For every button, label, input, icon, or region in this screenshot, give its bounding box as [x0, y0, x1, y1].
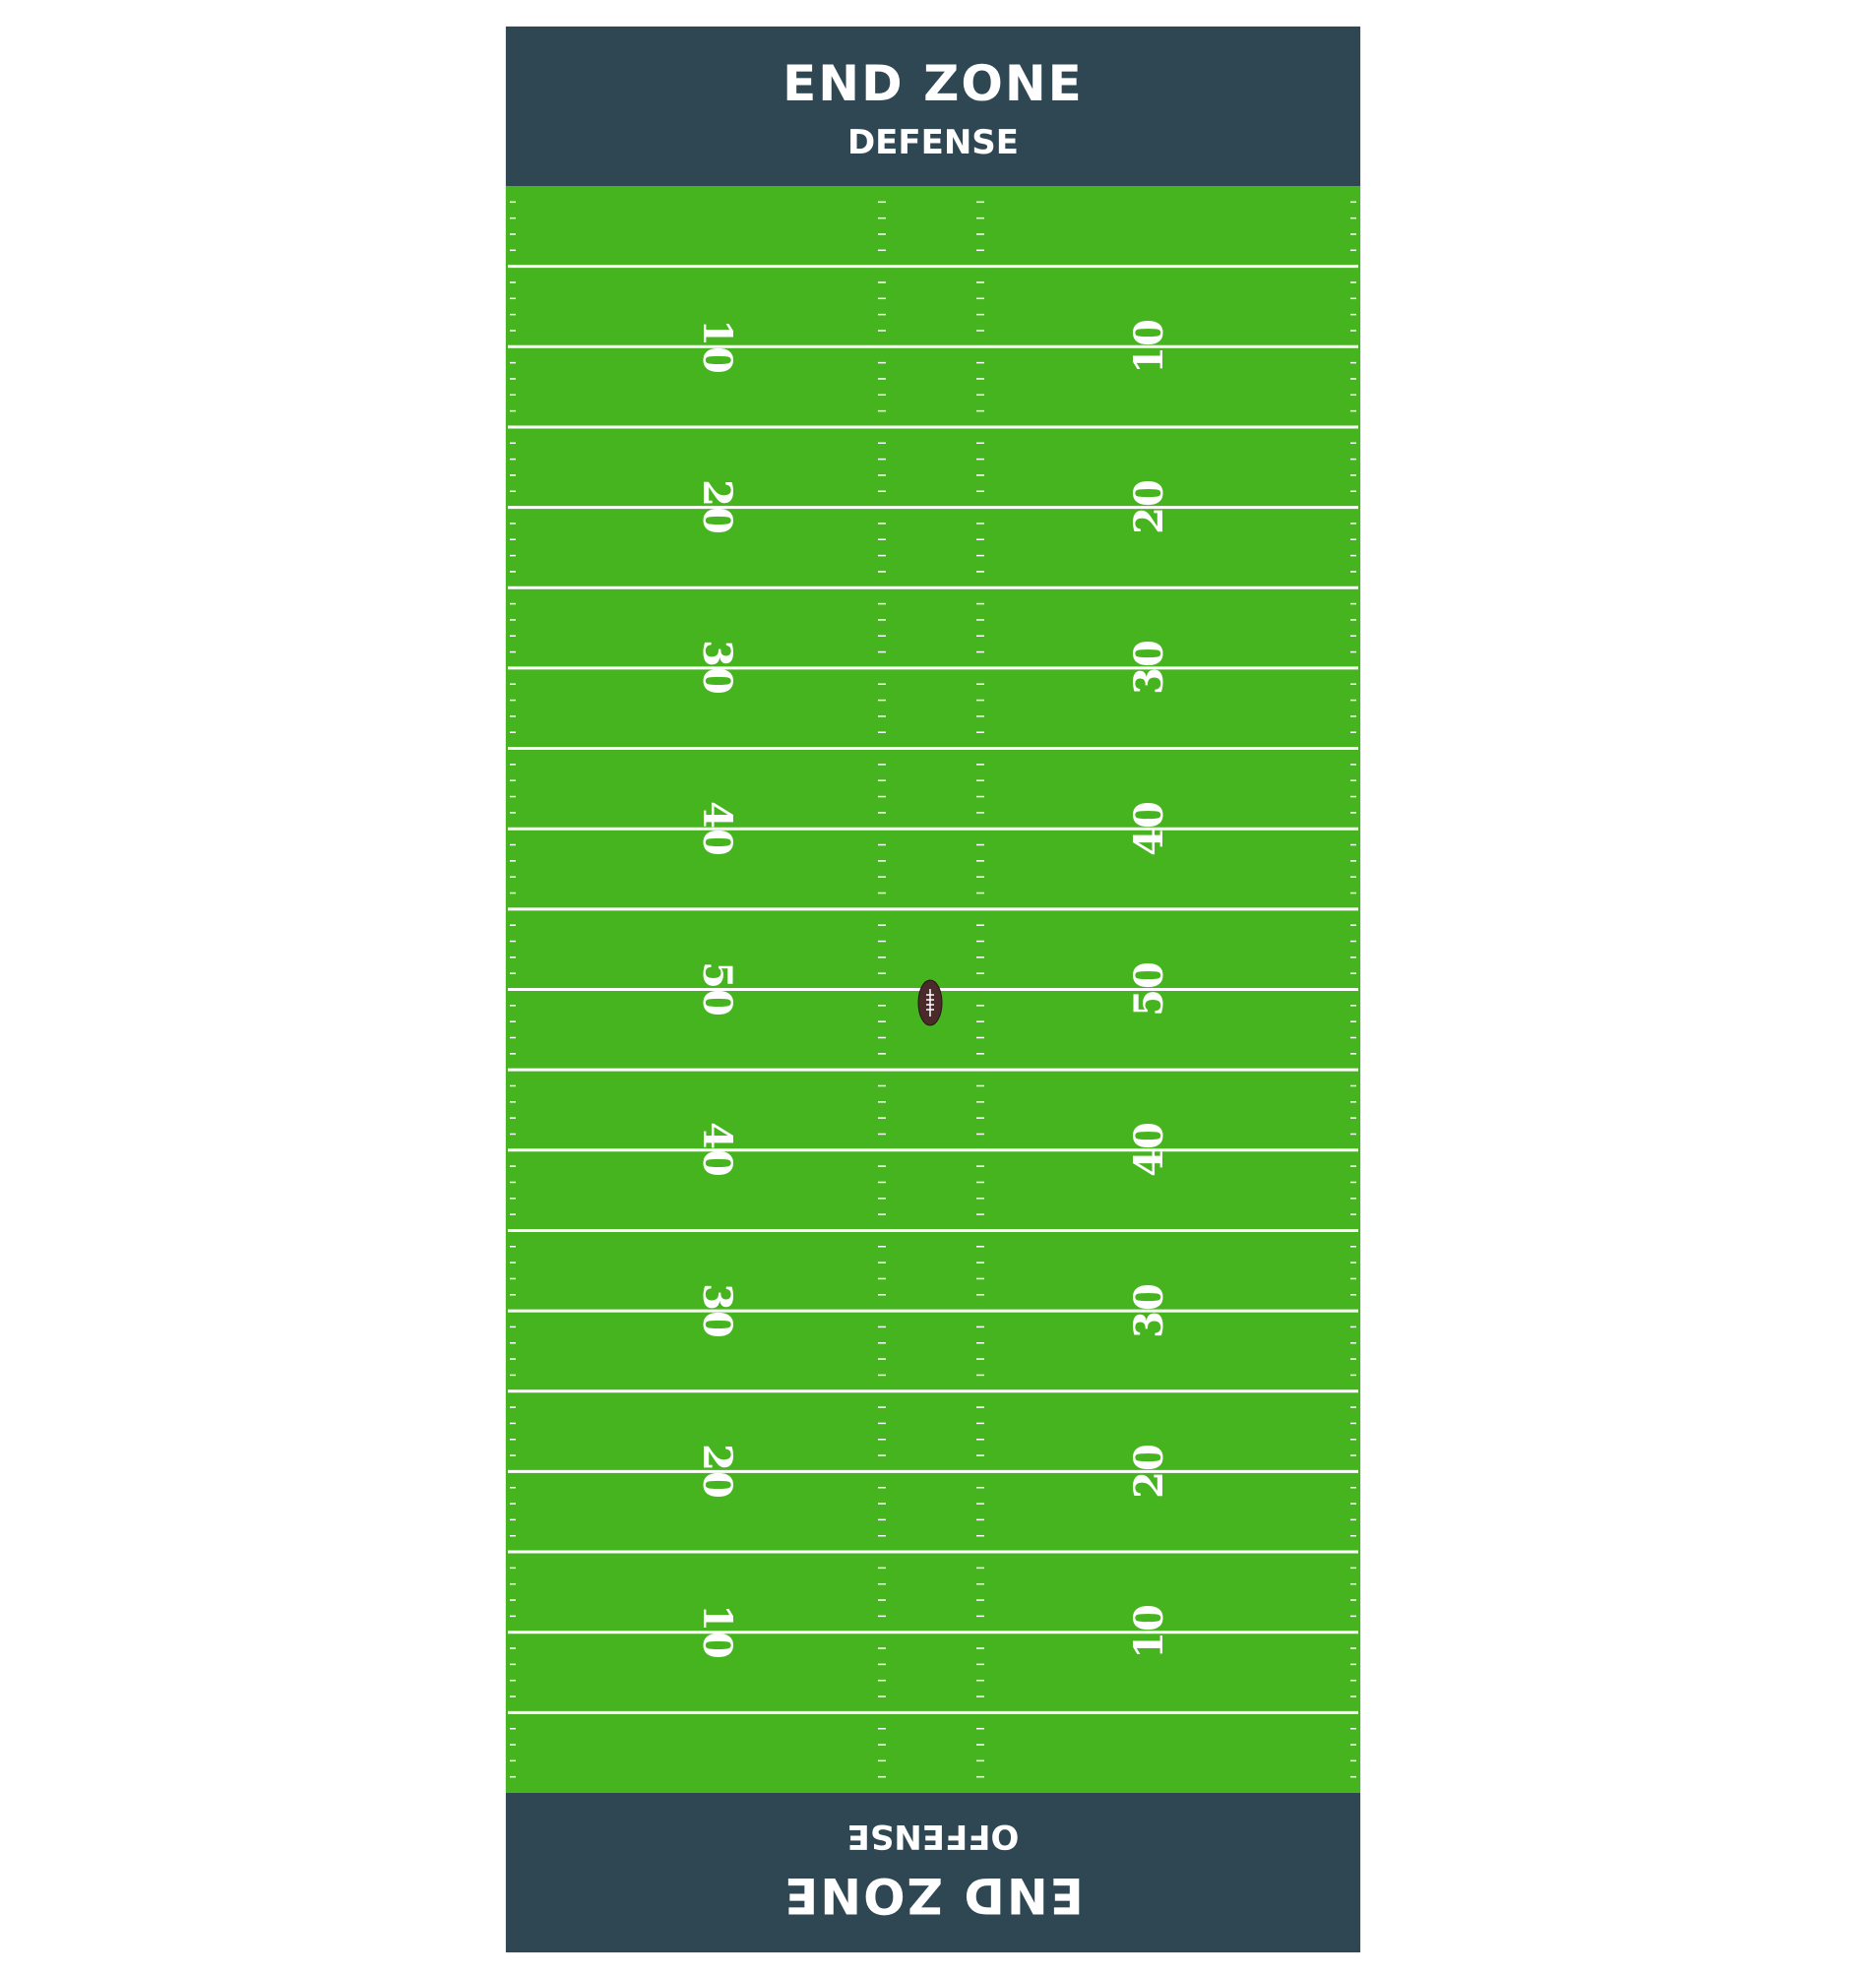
yard-number-right-20b: 20 — [1126, 1444, 1172, 1499]
yard-number-left-20: 20 — [694, 479, 740, 534]
football-field: END ZONE DEFENSE 10 20 30 40 50 40 30 20… — [506, 27, 1360, 1952]
yard-number-right-40: 40 — [1126, 801, 1172, 856]
yard-number-left-50: 50 — [694, 961, 740, 1017]
yard-number-right-10: 10 — [1126, 319, 1172, 374]
yard-number-right-10b: 10 — [1126, 1604, 1172, 1659]
yard-number-right-40b: 40 — [1126, 1122, 1172, 1177]
yard-number-left-20b: 20 — [694, 1444, 740, 1499]
playing-field: 10 20 30 40 50 40 30 20 10 10 20 30 40 5… — [506, 186, 1360, 1793]
yard-number-right-30: 30 — [1126, 640, 1172, 695]
top-end-zone-label: DEFENSE — [846, 123, 1020, 162]
yard-number-left-30: 30 — [694, 640, 740, 695]
top-end-zone: END ZONE DEFENSE — [506, 27, 1360, 186]
bottom-end-zone: END ZONE OFFENSE — [506, 1793, 1360, 1952]
football-icon[interactable] — [917, 979, 943, 1026]
yard-number-left-10b: 10 — [694, 1604, 740, 1659]
top-end-zone-title: END ZONE — [782, 55, 1084, 112]
yard-number-left-40: 40 — [694, 801, 740, 856]
bottom-end-zone-label: OFFENSE — [846, 1817, 1020, 1856]
yard-number-right-20: 20 — [1126, 479, 1172, 534]
yard-number-left-10: 10 — [694, 319, 740, 374]
yard-number-left-40b: 40 — [694, 1122, 740, 1177]
bottom-end-zone-title: END ZONE — [782, 1867, 1084, 1924]
yard-number-right-30b: 30 — [1126, 1283, 1172, 1338]
yard-number-left-30b: 30 — [694, 1283, 740, 1338]
yard-number-right-50: 50 — [1126, 961, 1172, 1017]
